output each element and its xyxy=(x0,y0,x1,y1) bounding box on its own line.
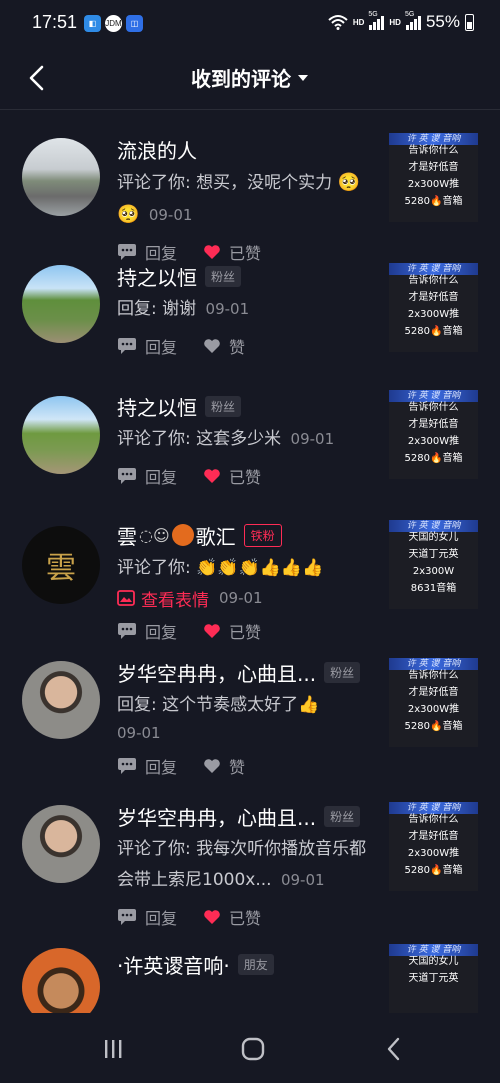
user-name[interactable]: 持之以恒 xyxy=(117,392,197,421)
caret-down-icon xyxy=(298,74,308,81)
heart-icon xyxy=(204,910,220,924)
user-name[interactable]: ·许英谡音响· xyxy=(117,950,230,979)
like-button[interactable]: 已赞 xyxy=(203,905,261,929)
comment-text: 回复: 这个节奏感太好了👍 xyxy=(117,695,320,715)
comment-text: 评论了你: 我每次听你播放音乐都会带上索尼1000x... 09-01 xyxy=(117,839,367,890)
avatar[interactable] xyxy=(22,805,100,883)
header: 收到的评论 xyxy=(0,50,500,110)
chat-bubble-icon xyxy=(118,623,136,639)
avatar[interactable] xyxy=(22,661,100,739)
basketball-icon xyxy=(171,524,194,546)
list-item: 持之以恒 粉丝 回复: 谢谢 09-01 回复 赞 许 英 谡 音响 告诉你什么才… xyxy=(0,241,500,372)
battery-percent: 55% xyxy=(425,12,460,31)
avatar[interactable] xyxy=(22,948,100,1013)
emoji: 👏👏👏👍👍👍 xyxy=(196,558,324,578)
recent-apps-icon xyxy=(105,1040,122,1058)
page-title: 收到的评论 xyxy=(191,67,291,91)
like-button[interactable]: 已赞 xyxy=(203,464,261,488)
signal-icon: 5G xyxy=(405,11,421,30)
title-dropdown[interactable]: 收到的评论 xyxy=(0,63,500,92)
timestamp: 09-01 xyxy=(205,300,250,318)
battery-icon xyxy=(465,13,474,31)
status-bar: 17:51 ◧ JDM ◫ HD 5G HD 5G 55% xyxy=(0,0,500,50)
app-notification-icon: ◧ xyxy=(84,15,101,32)
user-name[interactable]: 岁华空冉冉，心曲且... xyxy=(117,802,316,831)
video-thumbnail[interactable]: 许 英 谡 音响 告诉你什么 才是好低音 2x300W推 5280🔥音箱 xyxy=(389,658,478,747)
avatar[interactable] xyxy=(22,265,100,343)
reply-button[interactable]: 回复 xyxy=(117,619,177,643)
relation-tag: 铁粉 xyxy=(243,523,282,547)
timestamp: 09-01 xyxy=(148,206,193,224)
relation-tag: 粉丝 xyxy=(205,395,242,417)
view-sticker-link[interactable]: 查看表情 xyxy=(117,586,209,611)
jdm-icon: JDM xyxy=(105,15,122,32)
nav-back-button[interactable] xyxy=(373,1033,413,1065)
heart-icon xyxy=(204,469,220,483)
heart-icon xyxy=(204,624,220,638)
name-emoji: ◌☺ xyxy=(139,525,170,545)
avatar-logo: 雲 xyxy=(46,551,76,586)
reply-button[interactable]: 回复 xyxy=(117,334,177,358)
chat-bubble-icon xyxy=(118,338,136,354)
comment-text: 回复: 谢谢 09-01 xyxy=(117,299,250,319)
comment-text: 评论了你: 想买，没呢个实力 🥺🥺 09-01 xyxy=(117,172,360,225)
chat-bubble-icon xyxy=(118,468,136,484)
comment-text: 评论了你: 这套多少米 09-01 xyxy=(117,429,335,449)
avatar[interactable] xyxy=(22,138,100,216)
relation-tag: 粉丝 xyxy=(324,805,361,827)
heart-icon xyxy=(204,759,220,773)
signal-icon: 5G xyxy=(368,11,385,30)
video-thumbnail[interactable]: 许 英 谡 音响 天国的女儿 天道丁元英 2x300W 8631音箱 xyxy=(389,520,478,609)
relation-tag: 粉丝 xyxy=(324,661,361,683)
chat-bubble-icon xyxy=(118,909,136,925)
avatar[interactable]: 雲 xyxy=(22,526,100,604)
chat-bubble-icon xyxy=(118,758,136,774)
home-button[interactable] xyxy=(233,1033,273,1065)
user-name-tail: 歌汇 xyxy=(195,524,236,549)
hd-label: HD xyxy=(352,17,365,27)
video-thumbnail[interactable]: 许 英 谡 音响 告诉你什么 才是好低音 2x300W推 5280🔥音箱 xyxy=(389,263,478,352)
list-item: 流浪的人 评论了你: 想买，没呢个实力 🥺🥺 09-01 回复 已赞 许 英 谡… xyxy=(0,111,500,263)
relation-tag: 朋友 xyxy=(237,953,274,975)
video-thumbnail[interactable]: 许 英 谡 音响 告诉你什么 才是好低音 2x300W推 5280🔥音箱 xyxy=(389,133,478,222)
home-icon xyxy=(241,1037,265,1061)
timestamp: 09-01 xyxy=(219,589,263,607)
timestamp: 09-01 xyxy=(290,430,335,448)
list-item: ·许英谡音响· 朋友 许 英 谡 音响 天国的女儿 天道丁元英 xyxy=(0,934,500,1013)
reply-button[interactable]: 回复 xyxy=(117,905,177,929)
timestamp: 09-01 xyxy=(280,871,325,889)
like-button[interactable]: 赞 xyxy=(203,334,245,358)
video-thumbnail[interactable]: 许 英 谡 音响 天国的女儿 天道丁元英 xyxy=(389,944,478,1013)
wifi-icon xyxy=(328,15,348,30)
reply-button[interactable]: 回复 xyxy=(117,464,177,488)
user-name[interactable]: 岁华空冉冉，心曲且... xyxy=(117,658,316,687)
emoji: 👍 xyxy=(298,695,320,715)
list-item: 持之以恒 粉丝 评论了你: 这套多少米 09-01 回复 已赞 许 英 谡 音响 … xyxy=(0,372,500,503)
list-item: 岁华空冉冉，心曲且... 粉丝 回复: 这个节奏感太好了👍 09-01 回复 赞 … xyxy=(0,644,500,788)
reply-button[interactable]: 回复 xyxy=(117,754,177,778)
back-chevron-icon xyxy=(387,1037,400,1061)
video-thumbnail[interactable]: 许 英 谡 音响 告诉你什么 才是好低音 2x300W推 5280🔥音箱 xyxy=(389,802,478,891)
list-item: 雲 雲 ◌☺ 歌汇 铁粉 评论了你: 👏👏👏👍👍👍 查看表情 09-01 回复 … xyxy=(0,503,500,644)
relation-tag: 粉丝 xyxy=(205,265,242,287)
video-thumbnail[interactable]: 许 英 谡 音响 告诉你什么 才是好低音 2x300W推 5280🔥音箱 xyxy=(389,390,478,479)
status-time: 17:51 xyxy=(32,12,78,32)
image-icon xyxy=(117,590,135,606)
like-button[interactable]: 已赞 xyxy=(203,619,261,643)
user-name[interactable]: 雲 xyxy=(117,521,137,550)
hd-label: HD xyxy=(389,17,401,27)
system-nav-bar xyxy=(0,1013,500,1083)
recent-apps-button[interactable] xyxy=(93,1033,133,1065)
comment-text: 评论了你: 👏👏👏👍👍👍 xyxy=(117,558,324,578)
heart-icon xyxy=(204,339,220,353)
timestamp: 09-01 xyxy=(117,724,161,742)
avatar[interactable] xyxy=(22,396,100,474)
shield-app-icon: ◫ xyxy=(126,15,143,32)
comment-list: 流浪的人 评论了你: 想买，没呢个实力 🥺🥺 09-01 回复 已赞 许 英 谡… xyxy=(0,111,500,1013)
list-item: 岁华空冉冉，心曲且... 粉丝 评论了你: 我每次听你播放音乐都会带上索尼1000… xyxy=(0,788,500,934)
user-name[interactable]: 流浪的人 xyxy=(117,135,197,164)
like-button[interactable]: 赞 xyxy=(203,754,245,778)
user-name[interactable]: 持之以恒 xyxy=(117,262,197,291)
